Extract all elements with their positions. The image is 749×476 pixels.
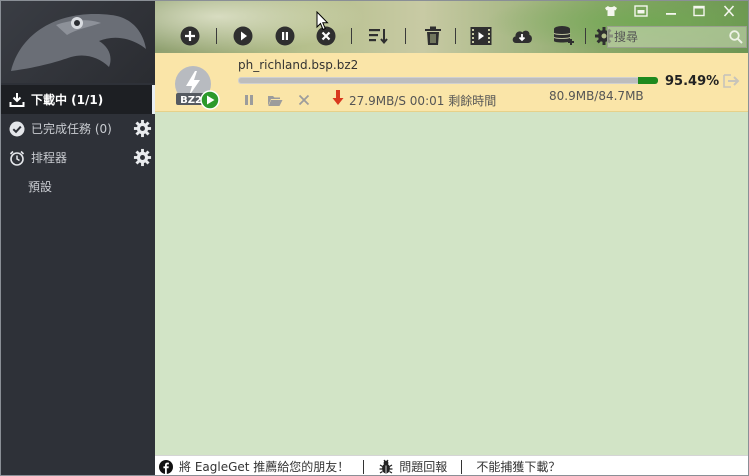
sidebar: 下載中 (1/1) 已完成任務 (0) 排程器 預設 [1,1,155,475]
sidebar-item-scheduler[interactable]: 排程器 [1,143,155,172]
start-icon[interactable] [232,25,254,47]
progress-bar [238,77,658,84]
skin-icon[interactable] [601,3,621,19]
gear-icon[interactable] [133,119,152,138]
cloud-download-icon[interactable] [511,25,533,47]
gear-icon[interactable] [133,148,152,167]
search-input[interactable] [608,27,720,47]
open-folder-export-icon[interactable] [723,73,741,89]
bug-icon [378,459,394,475]
mini-mode-icon[interactable] [631,3,651,19]
row-pause-icon[interactable] [241,92,257,108]
database-icon[interactable] [552,25,574,47]
status-footer: 將 EagleGet 推薦給您的朋友！ 問題回報 不能捕獲下載？ [155,455,748,476]
search-icon[interactable] [729,30,743,44]
download-tray-icon [8,91,26,109]
facebook-icon [159,459,173,474]
sidebar-item-default[interactable]: 預設 [1,172,155,201]
sidebar-item-label: 下載中 (1/1) [31,93,104,107]
cannot-capture-link[interactable]: 不能捕獲下載？ [476,456,560,476]
mouse-cursor [316,10,330,31]
file-name: ph_richland.bsp.bz2 [238,58,359,72]
check-circle-icon [8,120,26,138]
minimize-icon[interactable] [661,3,681,19]
sidebar-item-label: 預設 [28,180,53,194]
recommend-link[interactable]: 將 EagleGet 推薦給您的朋友！ [159,456,349,476]
download-size: 80.9MB/84.7MB [549,89,644,103]
maximize-icon[interactable] [689,3,709,19]
download-speed: 27.9MB/S 00:01 剩餘時間 [349,94,497,108]
bz2-file-icon: BZ2 [174,65,220,110]
pause-icon[interactable] [274,25,296,47]
sidebar-item-downloading[interactable]: 下載中 (1/1) [1,85,155,114]
feedback-link[interactable]: 問題回報 [378,456,447,476]
row-cancel-icon[interactable] [296,92,312,108]
download-row[interactable]: BZ2 ph_richland.bsp.bz2 95.49% 27.9MB/S … [155,53,748,112]
sidebar-item-label: 排程器 [31,151,68,165]
speed-down-arrow-icon [330,90,346,106]
sort-icon[interactable] [367,25,389,47]
progress-bar-active [638,77,658,84]
eagleget-logo [1,1,155,83]
close-icon[interactable] [719,3,739,19]
svg-text:BZ2: BZ2 [180,95,202,106]
row-open-folder-icon[interactable] [267,92,283,108]
add-icon[interactable] [179,25,201,47]
download-list-area [155,112,748,455]
delete-icon[interactable] [422,25,444,47]
sidebar-item-completed[interactable]: 已完成任務 (0) [1,114,155,143]
eagleget-window: 下載中 (1/1) 已完成任務 (0) 排程器 預設 搜尋 BZ2 ph_ric… [0,0,749,476]
sidebar-nav: 下載中 (1/1) 已完成任務 (0) 排程器 預設 [1,85,155,201]
sidebar-item-label: 已完成任務 (0) [31,122,112,136]
progress-percent: 95.49% [665,74,720,89]
search-box[interactable] [607,26,747,48]
toolbar [155,1,748,53]
video-icon[interactable] [470,25,492,47]
alarm-clock-icon [8,149,26,167]
progress-bar-fill [239,78,639,83]
